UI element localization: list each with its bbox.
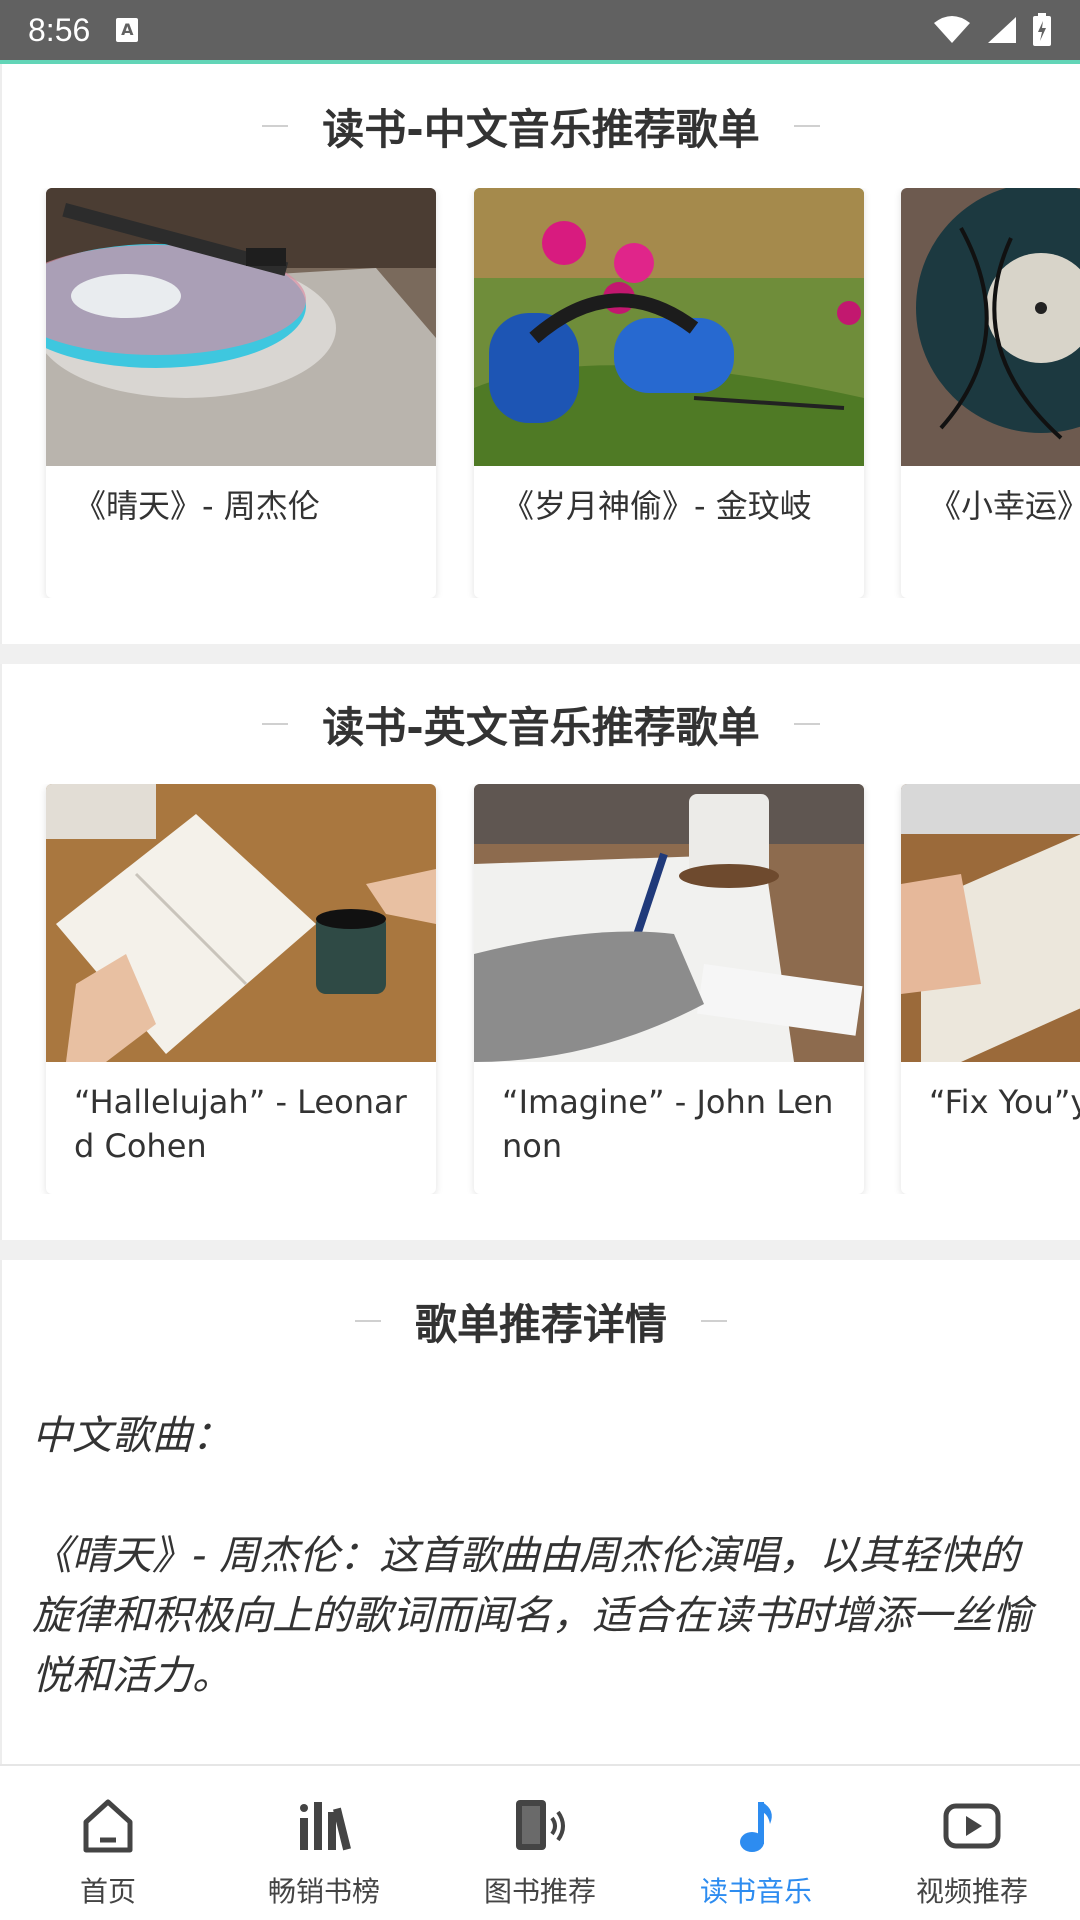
wifi-icon [934, 16, 970, 43]
turntable-vinyl-image [46, 188, 436, 466]
nav-item-bestsellers[interactable]: 畅销书榜 [216, 1766, 432, 1920]
song-caption: 《小幸运》 [929, 487, 1080, 525]
title-dash-right [793, 723, 820, 725]
book-audio-icon [516, 1800, 565, 1850]
section-title-text: 读书-中文音乐推荐歌单 [322, 104, 760, 154]
section-title-detail: 歌单推荐详情 [2, 1260, 1080, 1382]
reading-book-image [901, 784, 1080, 1062]
song-card[interactable]: 《小幸运》 [901, 188, 1080, 598]
music-note-icon [740, 1802, 772, 1852]
title-dash-left [262, 125, 289, 127]
book-coffee-image [46, 784, 436, 1062]
status-icons [932, 13, 1052, 47]
english-music-section: 读书-英文音乐推荐歌单 “Hallelujah” - Leonard Cohen… [0, 664, 1080, 1240]
section-divider [0, 1240, 1080, 1260]
headphones-flowers-image [474, 188, 864, 466]
scroll-content[interactable]: 读书-中文音乐推荐歌单 《晴天》- 周杰伦 《岁月神偷》- 金玟岐 《小幸运》 … [0, 64, 1080, 1764]
chinese-card-row[interactable]: 《晴天》- 周杰伦 《岁月神偷》- 金玟岐 《小幸运》 [2, 188, 1080, 598]
section-divider [0, 644, 1080, 664]
home-icon [83, 1799, 133, 1853]
detail-heading: 中文歌曲： [32, 1413, 232, 1459]
nav-label: 视频推荐 [915, 1875, 1028, 1908]
song-card[interactable]: 《岁月神偷》- 金玟岐 [474, 188, 864, 598]
nav-item-home[interactable]: 首页 [0, 1766, 216, 1920]
books-chart-icon [300, 1802, 351, 1851]
song-card[interactable]: 《晴天》- 周杰伦 [46, 188, 436, 598]
song-card[interactable]: “Fix You”y [901, 784, 1080, 1194]
section-title-english: 读书-英文音乐推荐歌单 [2, 664, 1080, 784]
english-card-row[interactable]: “Hallelujah” - Leonard Cohen “Imagine” -… [2, 784, 1080, 1194]
song-caption: “Fix You”y [929, 1083, 1080, 1121]
nav-label: 首页 [79, 1875, 136, 1908]
section-title-text: 歌单推荐详情 [414, 1299, 667, 1349]
notification-a-icon: A [116, 18, 139, 42]
title-dash-right [701, 1320, 727, 1322]
song-caption: “Hallelujah” - Leonard Cohen [74, 1083, 407, 1165]
nav-label: 图书推荐 [483, 1875, 596, 1908]
song-caption: 《晴天》- 周杰伦 [74, 487, 320, 525]
battery-icon [1033, 13, 1051, 46]
writing-desk-image [474, 784, 864, 1062]
song-card[interactable]: “Imagine” - John Lennon [474, 784, 864, 1194]
bottom-navigation: 首页 畅销书榜 图书推荐 读书音乐 视频推荐 [0, 1764, 1080, 1920]
section-title-text: 读书-英文音乐推荐歌单 [322, 702, 760, 752]
title-dash-left [354, 1320, 381, 1322]
section-title-chinese: 读书-中文音乐推荐歌单 [2, 64, 1080, 188]
title-dash-left [262, 723, 289, 725]
status-bar: 8:56 A [0, 0, 1080, 64]
nav-item-video-recommend[interactable]: 视频推荐 [864, 1766, 1080, 1920]
chinese-music-section: 读书-中文音乐推荐歌单 《晴天》- 周杰伦 《岁月神偷》- 金玟岐 《小幸运》 [0, 64, 1080, 644]
video-play-icon [943, 1803, 1001, 1849]
song-card[interactable]: “Hallelujah” - Leonard Cohen [46, 784, 436, 1194]
nav-label: 读书音乐 [699, 1875, 812, 1908]
nav-label: 畅销书榜 [267, 1875, 380, 1908]
status-time: 8:56 [28, 11, 91, 48]
song-caption: “Imagine” - John Lennon [502, 1083, 834, 1165]
cell-signal-icon [988, 17, 1016, 43]
nav-item-reading-music[interactable]: 读书音乐 [648, 1766, 864, 1920]
title-dash-right [793, 125, 820, 127]
song-caption: 《岁月神偷》- 金玟岐 [502, 487, 812, 525]
vinyl-record-earphones-image [901, 188, 1080, 466]
nav-item-book-recommend[interactable]: 图书推荐 [432, 1766, 648, 1920]
detail-section: 歌单推荐详情 中文歌曲： 《晴天》- 周杰伦：这首歌曲由周杰伦演唱，以其轻快的旋… [0, 1260, 1080, 1764]
detail-paragraph: 《晴天》- 周杰伦：这首歌曲由周杰伦演唱，以其轻快的旋律和积极向上的歌词而闻名，… [32, 1533, 1032, 1699]
